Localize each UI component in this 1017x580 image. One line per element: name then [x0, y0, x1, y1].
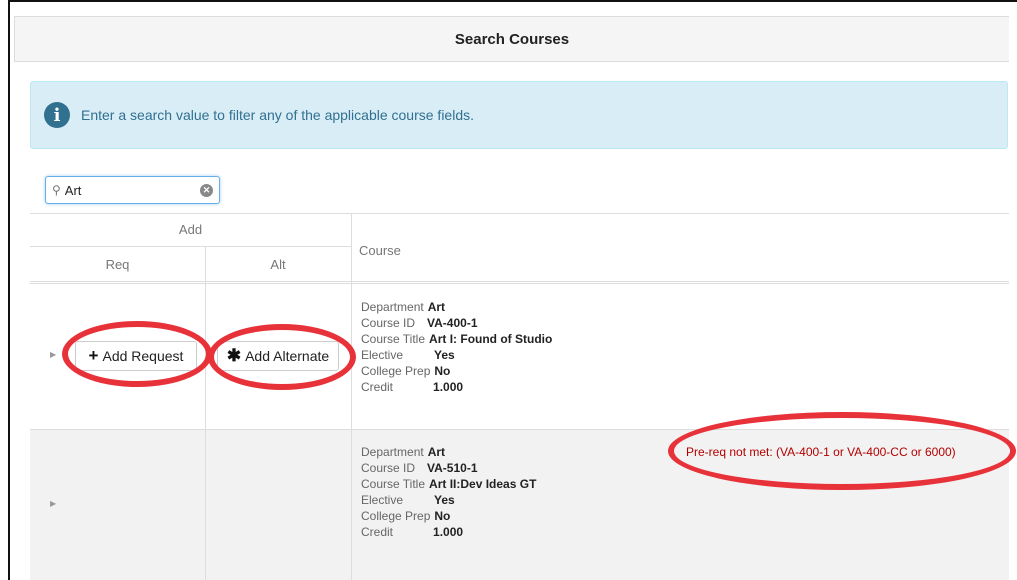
prereq-warning: Pre-req not met: (VA-400-1 or VA-400-CC …: [686, 445, 956, 459]
expand-row-1-icon[interactable]: ▶: [50, 350, 56, 359]
plus-icon: +: [88, 346, 99, 365]
info-alert: i Enter a search value to filter any of …: [30, 81, 1008, 149]
detail-label: College Prep: [361, 364, 431, 378]
header-add: Add: [178, 222, 203, 237]
detail-value: 1.000: [433, 525, 464, 539]
detail-label: College Prep: [361, 509, 431, 523]
detail-value: Yes: [434, 493, 455, 507]
detail-value: Art: [427, 300, 446, 314]
detail-value: Yes: [434, 348, 455, 362]
search-icon: ⚲: [52, 183, 61, 197]
info-text: Enter a search value to filter any of th…: [81, 107, 474, 123]
panel-header: Search Courses: [14, 16, 1009, 62]
detail-label: Department: [361, 300, 424, 314]
add-request-button[interactable]: + Add Request: [75, 341, 197, 371]
detail-label: Course ID: [361, 461, 416, 475]
expand-row-2-icon[interactable]: ▶: [50, 499, 56, 508]
panel-title: Search Courses: [454, 30, 570, 48]
detail-label: Elective: [361, 493, 404, 507]
detail-label: Course Title: [361, 477, 426, 491]
header-alt: Alt: [270, 257, 286, 272]
add-alternate-button[interactable]: ✱ Add Alternate: [217, 341, 339, 371]
course-details-1: Department Art Course ID VA-400-1 Course T…: [361, 299, 552, 395]
detail-label: Elective: [361, 348, 404, 362]
course-table: Add Req Alt Course ▶ + Add Request ✱ Add…: [30, 213, 1009, 580]
detail-label: Department: [361, 445, 424, 459]
header-req: Req: [105, 257, 130, 272]
search-input[interactable]: [64, 182, 200, 198]
detail-value: Art II:Dev Ideas GT: [429, 477, 537, 491]
course-details-2: Department Art Course ID VA-510-1 Course T…: [361, 444, 536, 540]
header-course: Course: [359, 243, 401, 258]
detail-value: No: [434, 364, 451, 378]
add-alternate-label: Add Alternate: [245, 348, 330, 364]
detail-value: 1.000: [433, 380, 464, 394]
detail-label: Course ID: [361, 316, 416, 330]
detail-value: VA-510-1: [427, 461, 478, 475]
detail-value: Art I: Found of Studio: [429, 332, 553, 346]
clear-search-icon[interactable]: ✕: [200, 183, 213, 197]
detail-label: Course Title: [361, 332, 426, 346]
detail-value: VA-400-1: [427, 316, 478, 330]
add-request-label: Add Request: [102, 348, 184, 364]
asterisk-icon: ✱: [226, 346, 242, 365]
detail-label: Credit: [361, 380, 394, 394]
search-box[interactable]: ⚲ ✕: [45, 176, 220, 204]
info-circle-icon: i: [44, 102, 70, 128]
detail-value: No: [434, 509, 451, 523]
detail-label: Credit: [361, 525, 394, 539]
detail-value: Art: [427, 445, 446, 459]
